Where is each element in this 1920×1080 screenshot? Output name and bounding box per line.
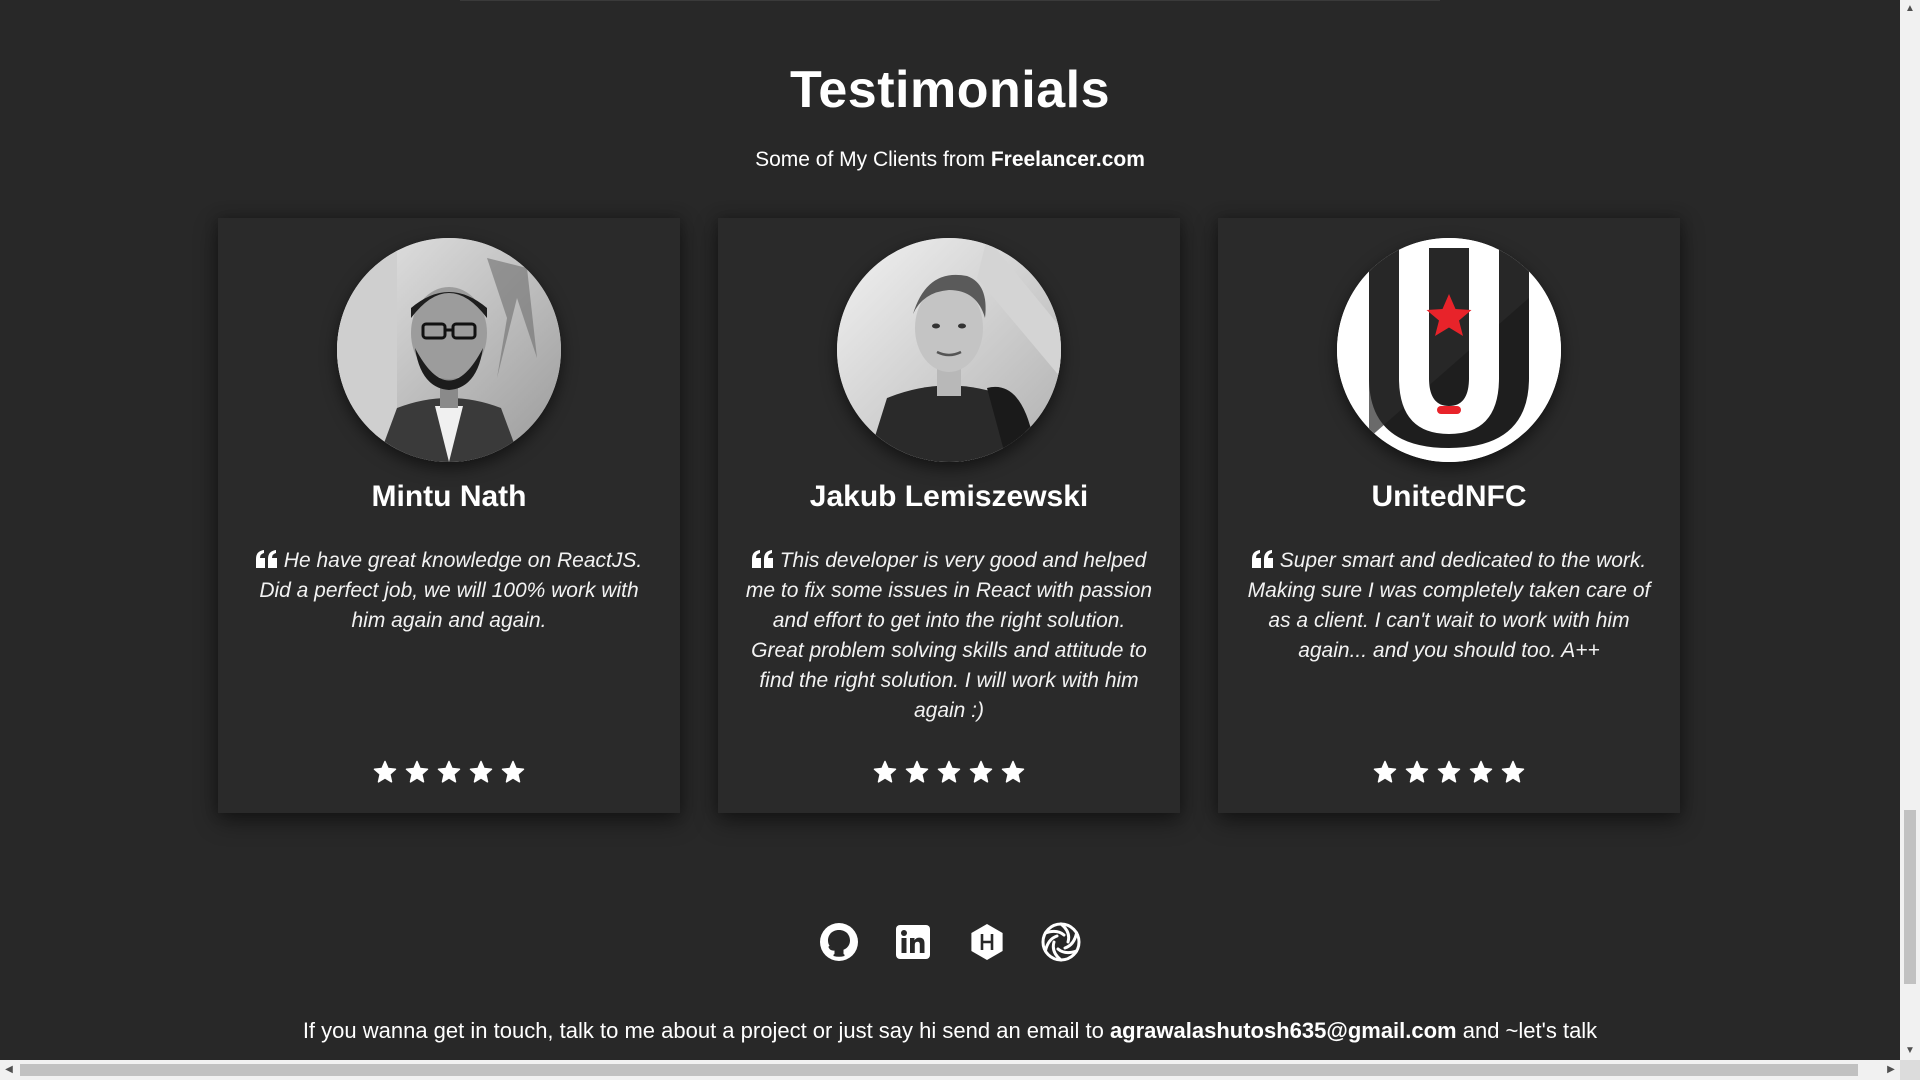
scroll-down-arrow-icon[interactable]: ▼ xyxy=(1900,1042,1920,1060)
rating-stars xyxy=(1218,760,1680,784)
scroll-right-arrow-icon[interactable]: ▶ xyxy=(1882,1060,1900,1080)
testimonial-quote: He have great knowledge on ReactJS. Did … xyxy=(244,546,654,636)
testimonial-card: UnitedNFC Super smart and dedicated to t… xyxy=(1218,218,1680,813)
horizontal-scroll-thumb[interactable] xyxy=(20,1064,1858,1076)
avatar xyxy=(337,238,561,462)
social-links xyxy=(0,922,1900,962)
quote-text: Super smart and dedicated to the work. M… xyxy=(1247,549,1651,662)
quote-icon xyxy=(255,550,278,568)
star-icon xyxy=(373,760,397,784)
testimonial-cards: Mintu Nath He have great knowledge on Re… xyxy=(218,218,1682,813)
quote-text: He have great knowledge on ReactJS. Did … xyxy=(259,549,643,632)
star-icon xyxy=(969,760,993,784)
star-icon xyxy=(1501,760,1525,784)
testimonial-name: Jakub Lemiszewski xyxy=(809,480,1089,513)
avatar xyxy=(837,238,1061,462)
email-link[interactable]: agrawalashutosh635@gmail.com xyxy=(1110,1018,1457,1043)
star-icon xyxy=(405,760,429,784)
star-icon xyxy=(1437,760,1461,784)
quote-icon xyxy=(1251,550,1274,568)
star-icon xyxy=(501,760,525,784)
contact-prefix: If you wanna get in touch, talk to me ab… xyxy=(302,1018,1110,1043)
testimonial-name: Mintu Nath xyxy=(371,480,527,513)
star-icon xyxy=(1405,760,1429,784)
testimonial-quote: This developer is very good and helped m… xyxy=(744,546,1154,726)
page-viewport: Testimonials Some of My Clients from Fre… xyxy=(0,0,1900,1060)
star-icon xyxy=(905,760,929,784)
contact-text: If you wanna get in touch, talk to me ab… xyxy=(0,1018,1900,1044)
codepen-aperture-icon[interactable] xyxy=(1041,922,1081,962)
scroll-left-arrow-icon[interactable]: ◀ xyxy=(0,1060,18,1080)
vertical-scroll-thumb[interactable] xyxy=(1904,810,1916,984)
star-icon xyxy=(1373,760,1397,784)
star-icon xyxy=(937,760,961,784)
section-subtitle: Some of My Clients from Freelancer.com xyxy=(0,148,1900,172)
star-icon xyxy=(873,760,897,784)
unitednfc-logo-icon xyxy=(1337,238,1561,462)
star-icon xyxy=(469,760,493,784)
horizontal-scrollbar[interactable]: ◀ ▶ xyxy=(0,1060,1900,1080)
avatar xyxy=(1337,238,1561,462)
avatar-photo-mintu xyxy=(337,238,561,462)
quote-text: This developer is very good and helped m… xyxy=(745,549,1153,722)
testimonial-card: Mintu Nath He have great knowledge on Re… xyxy=(218,218,680,813)
subtitle-platform: Freelancer.com xyxy=(990,148,1145,171)
star-icon xyxy=(1469,760,1493,784)
star-icon xyxy=(1001,760,1025,784)
contact-suffix: and ~let's talk xyxy=(1456,1018,1598,1043)
testimonial-quote: Super smart and dedicated to the work. M… xyxy=(1244,546,1654,666)
section-title: Testimonials xyxy=(789,61,1110,119)
divider xyxy=(460,0,1440,1)
testimonial-card: Jakub Lemiszewski This developer is very… xyxy=(718,218,1180,813)
rating-stars xyxy=(218,760,680,784)
vertical-scrollbar[interactable]: ▲ ▼ xyxy=(1900,0,1920,1060)
quote-icon xyxy=(751,550,774,568)
testimonial-name: UnitedNFC xyxy=(1371,480,1527,513)
github-icon[interactable] xyxy=(819,922,859,962)
rating-stars xyxy=(718,760,1180,784)
scroll-up-arrow-icon[interactable]: ▲ xyxy=(1900,0,1920,18)
avatar-photo-jakub xyxy=(837,238,1061,462)
linkedin-icon[interactable] xyxy=(893,922,933,962)
hashnode-icon[interactable] xyxy=(967,922,1007,962)
subtitle-text: Some of My Clients from xyxy=(755,148,991,171)
star-icon xyxy=(437,760,461,784)
scrollbar-corner xyxy=(1900,1060,1920,1080)
